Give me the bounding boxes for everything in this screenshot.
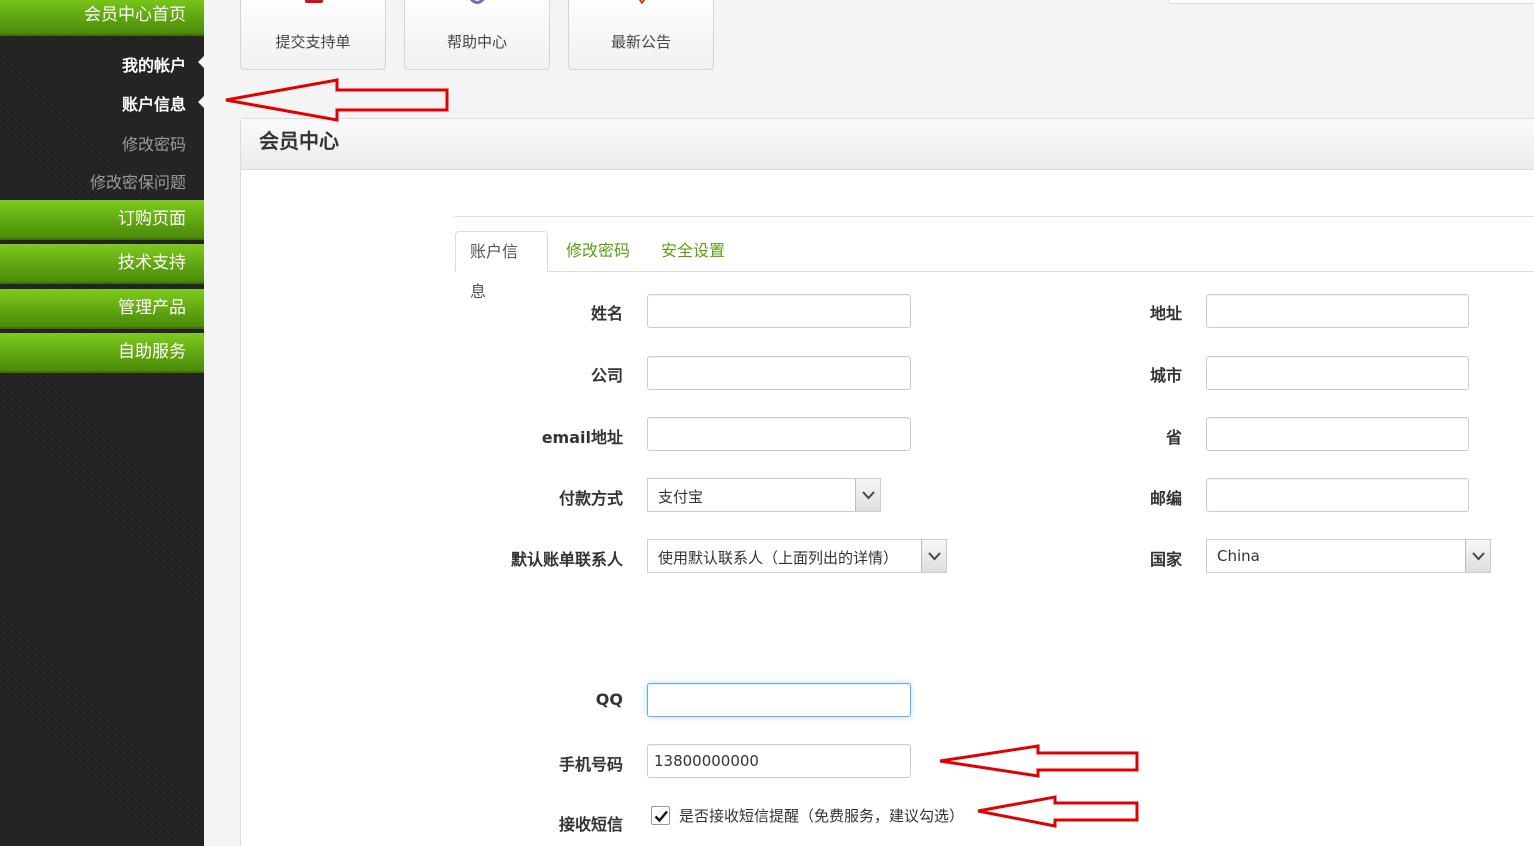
shortcut-label: 帮助中心 — [446, 33, 507, 51]
nav-member-home[interactable]: 会员中心首页 — [0, 0, 204, 36]
qq-label: QQ — [595, 690, 623, 709]
shortcut-help-center[interactable]: 帮助中心 — [404, 0, 550, 70]
sms-checkbox[interactable] — [651, 806, 670, 825]
city-label: 城市 — [1149, 366, 1182, 385]
sms-label: 接收短信 — [558, 815, 623, 834]
country-select[interactable]: China — [1206, 539, 1491, 573]
sms-checkbox-label: 是否接收短信提醒（免费服务，建议勾选） — [679, 807, 965, 825]
tab-account-info[interactable]: 账户信息 — [455, 231, 548, 301]
nav-account-info[interactable]: 账户信息 — [122, 91, 186, 115]
panel-title: 会员中心 — [259, 129, 339, 153]
nav-order-page[interactable]: 订购页面 — [0, 200, 204, 240]
address-label: 地址 — [1149, 304, 1182, 323]
company-label: 公司 — [590, 366, 623, 385]
tab-security-settings[interactable]: 安全设置 — [647, 231, 739, 272]
shortcut-label: 提交支持单 — [275, 33, 351, 51]
payment-method-label: 付款方式 — [558, 489, 623, 508]
chevron-down-icon[interactable] — [1465, 540, 1490, 572]
country-value: China — [1217, 547, 1260, 565]
zip-input[interactable] — [1206, 478, 1469, 512]
tab-change-password[interactable]: 修改密码 — [552, 231, 644, 272]
checkmark-icon — [654, 810, 668, 823]
payment-method-select[interactable]: 支付宝 — [647, 478, 881, 512]
payment-method-value: 支付宝 — [658, 488, 704, 506]
active-notch — [198, 56, 204, 68]
nav-tech-support[interactable]: 技术支持 — [0, 244, 204, 284]
country-label: 国家 — [1149, 550, 1182, 569]
ticket-icon — [305, 0, 323, 3]
top-search-box[interactable] — [1168, 0, 1534, 4]
sidebar: 会员中心首页 我的帐户 账户信息 修改密码 修改密保问题 订购页面 技术支持 管… — [0, 0, 204, 846]
chevron-down-icon[interactable] — [855, 479, 880, 511]
shortcut-label: 最新公告 — [610, 33, 671, 51]
phone-label: 手机号码 — [558, 755, 623, 774]
shortcut-latest-announcement[interactable]: 最新公告 — [568, 0, 714, 70]
help-icon — [469, 0, 485, 4]
billing-contact-select[interactable]: 使用默认联系人（上面列出的详情） — [647, 539, 947, 573]
province-input[interactable] — [1206, 417, 1469, 451]
qq-input[interactable] — [647, 683, 911, 717]
annotation-arrow — [225, 78, 449, 122]
email-input[interactable] — [647, 417, 911, 451]
divider — [454, 216, 1534, 217]
chevron-down-icon[interactable] — [921, 540, 946, 572]
address-input[interactable] — [1206, 294, 1469, 328]
billing-contact-label: 默认账单联系人 — [510, 550, 623, 569]
nav-manage-products[interactable]: 管理产品 — [0, 289, 204, 329]
shortcut-submit-ticket[interactable]: 提交支持单 — [240, 0, 386, 70]
active-notch — [198, 96, 204, 108]
nav-my-account[interactable]: 我的帐户 — [122, 52, 186, 76]
zip-label: 邮编 — [1149, 489, 1182, 508]
province-label: 省 — [1165, 428, 1182, 447]
name-label: 姓名 — [590, 304, 623, 323]
name-input[interactable] — [647, 294, 911, 328]
company-input[interactable] — [647, 356, 911, 390]
panel-header: 会员中心 — [241, 119, 1534, 170]
billing-contact-value: 使用默认联系人（上面列出的详情） — [658, 549, 899, 567]
nav-change-security-question[interactable]: 修改密保问题 — [90, 169, 186, 193]
nav-change-password[interactable]: 修改密码 — [122, 131, 186, 155]
email-label: email地址 — [541, 428, 623, 447]
nav-self-service[interactable]: 自助服务 — [0, 333, 204, 373]
phone-input[interactable] — [647, 744, 911, 778]
star-icon — [638, 0, 646, 5]
city-input[interactable] — [1206, 356, 1469, 390]
